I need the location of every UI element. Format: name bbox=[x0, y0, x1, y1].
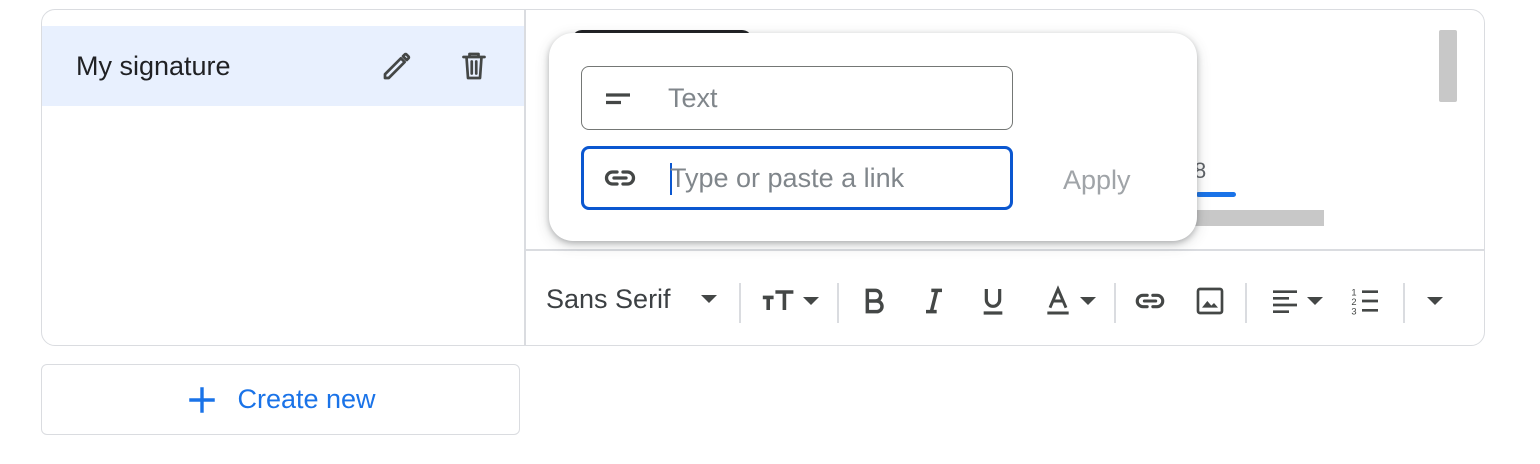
text-color-button[interactable] bbox=[1036, 281, 1102, 321]
bold-icon bbox=[865, 288, 884, 314]
vertical-scrollbar[interactable] bbox=[1439, 30, 1457, 102]
insert-image-button[interactable] bbox=[1190, 281, 1230, 321]
signature-name: My signature bbox=[76, 50, 231, 81]
svg-text:3: 3 bbox=[1351, 306, 1356, 316]
align-icon bbox=[1273, 290, 1297, 313]
editor-tab-indicator bbox=[1196, 192, 1236, 197]
toolbar-separator bbox=[837, 283, 839, 323]
underline-icon bbox=[983, 289, 1003, 315]
toolbar-separator bbox=[1403, 283, 1405, 323]
more-formatting-button[interactable] bbox=[1418, 281, 1452, 321]
font-family-label: Sans Serif bbox=[546, 283, 671, 314]
link-icon bbox=[1135, 293, 1165, 309]
chevron-down-icon bbox=[803, 297, 819, 305]
numbered-list-icon: 123 bbox=[1351, 288, 1378, 316]
plus-icon bbox=[189, 386, 216, 413]
font-size-icon bbox=[762, 290, 794, 310]
link-url-input[interactable] bbox=[670, 149, 1000, 207]
chevron-down-icon bbox=[700, 295, 717, 303]
font-size-button[interactable] bbox=[756, 281, 824, 321]
italic-button[interactable] bbox=[914, 281, 954, 321]
link-icon bbox=[602, 160, 638, 196]
italic-icon bbox=[926, 288, 942, 314]
text-color-icon bbox=[1047, 285, 1069, 315]
apply-button[interactable]: Apply bbox=[1049, 155, 1145, 205]
link-text-field[interactable] bbox=[581, 66, 1013, 130]
toolbar-separator bbox=[739, 283, 741, 323]
numbered-list-button[interactable]: 123 bbox=[1346, 281, 1386, 321]
create-new-label: Create new bbox=[237, 384, 376, 414]
underline-button[interactable] bbox=[973, 281, 1013, 321]
delete-trash-icon[interactable] bbox=[456, 48, 492, 84]
chevron-down-icon bbox=[1080, 297, 1096, 305]
bold-button[interactable] bbox=[854, 281, 894, 321]
create-new-button[interactable]: Create new bbox=[41, 364, 520, 435]
align-button[interactable] bbox=[1262, 281, 1330, 321]
more-formatting-icon bbox=[1427, 297, 1443, 305]
toolbar-separator bbox=[1114, 283, 1116, 323]
signature-list-item[interactable]: My signature bbox=[42, 26, 524, 106]
toolbar-separator bbox=[1245, 283, 1247, 323]
link-url-field[interactable] bbox=[581, 146, 1013, 210]
edit-pencil-icon[interactable] bbox=[379, 48, 415, 84]
insert-link-button[interactable] bbox=[1130, 281, 1170, 321]
link-text-input[interactable] bbox=[668, 67, 998, 129]
font-family-select[interactable]: Sans Serif bbox=[546, 279, 717, 319]
image-icon bbox=[1196, 287, 1224, 315]
chevron-down-icon bbox=[1307, 297, 1323, 305]
insert-link-popup: Apply bbox=[549, 33, 1197, 241]
short-text-icon bbox=[600, 80, 636, 116]
formatting-toolbar: Sans Serif 123 bbox=[524, 251, 1484, 345]
